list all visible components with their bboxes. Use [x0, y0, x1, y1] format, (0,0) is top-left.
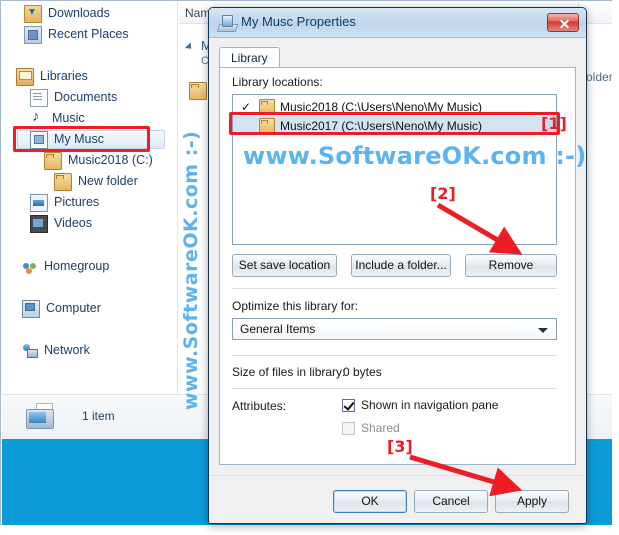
folder-icon [44, 151, 62, 170]
list-item-clipped[interactable]: older [586, 70, 612, 84]
annotation-2: [2] [430, 184, 456, 203]
pictures-library-icon [30, 193, 48, 212]
sidebar-item-computer[interactable]: Computer [22, 299, 101, 318]
sidebar-item-music2018[interactable]: Music2018 (C:) [44, 151, 153, 170]
library-locations-label: Library locations: [232, 75, 323, 89]
recent-places-icon [24, 25, 42, 44]
sidebar-item-label: Music2018 (C:) [68, 153, 153, 167]
sidebar-item-recent-places[interactable]: Recent Places [24, 25, 129, 44]
library-properties-icon [216, 15, 239, 32]
list-item[interactable]: Music2017 (C:\Users\Neno\My Music) [233, 116, 556, 135]
documents-library-icon [30, 88, 48, 107]
annotation-1: [1] [541, 114, 567, 133]
sidebar-item-music[interactable]: Music [30, 108, 85, 128]
sidebar-item-label: Recent Places [48, 27, 129, 41]
item-preview-icon [24, 403, 58, 431]
shared-label: Shared [361, 421, 400, 435]
sidebar-item-label: Network [44, 343, 90, 357]
divider [232, 388, 557, 389]
sidebar-item-documents[interactable]: Documents [30, 88, 117, 107]
sidebar-item-label: Libraries [40, 69, 88, 83]
optimize-select[interactable]: General Items [232, 318, 557, 340]
dialog-titlebar[interactable]: My Musc Properties [209, 8, 586, 38]
watermark-horizontal: www.SoftwareOK.com :-) [243, 142, 587, 170]
column-header-name: Nam [185, 6, 211, 20]
libraries-icon [16, 67, 34, 86]
list-item-label: older [586, 70, 612, 84]
sidebar-item-label: Homegroup [44, 259, 110, 273]
optimize-selected-value: General Items [240, 322, 316, 336]
annotation-3: [3] [387, 437, 413, 456]
sidebar-item-network[interactable]: Network [22, 341, 90, 360]
homegroup-icon [22, 259, 38, 275]
watermark-vertical: www.SoftwareOK.com :-) [180, 130, 202, 410]
sidebar-item-pictures[interactable]: Pictures [30, 193, 99, 212]
shown-in-nav-checkbox[interactable] [342, 399, 355, 412]
list-item[interactable]: ✓ Music2018 (C:\Users\Neno\My Music) [233, 97, 556, 116]
cancel-button[interactable]: Cancel [414, 490, 488, 513]
sidebar-item-label: Pictures [54, 195, 100, 209]
size-label: Size of files in library: [232, 365, 346, 379]
my-musc-library-icon [30, 130, 48, 149]
sidebar-item-my-musc[interactable]: My Musc [30, 130, 104, 149]
folder-icon [259, 99, 275, 114]
network-icon [22, 343, 38, 359]
sidebar-item-label: Documents [54, 90, 118, 104]
music-library-icon [30, 108, 46, 127]
divider [232, 288, 557, 289]
tabstrip: Library [219, 47, 577, 69]
include-a-folder-button[interactable]: Include a folder... [351, 254, 451, 277]
dialog-footer: OK Cancel Apply [209, 475, 586, 523]
sidebar-item-label: Downloads [48, 6, 110, 20]
check-glyph: ✓ [240, 99, 252, 114]
folder-icon [189, 82, 207, 100]
sidebar-item-videos[interactable]: Videos [30, 214, 92, 233]
sidebar-item-label: Computer [46, 301, 101, 315]
shared-checkbox [342, 422, 355, 435]
attributes-label: Attributes: [232, 399, 287, 413]
sidebar-item-label: Music [52, 111, 85, 125]
folder-icon [54, 172, 72, 191]
sidebar-item-homegroup[interactable]: Homegroup [22, 257, 109, 276]
optimize-label: Optimize this library for: [232, 299, 359, 313]
divider [232, 355, 557, 356]
navigation-pane[interactable]: Downloads Recent Places Libraries Docume… [2, 2, 178, 394]
remove-button[interactable]: Remove [465, 254, 557, 277]
chevron-down-icon [538, 328, 548, 333]
downloads-icon [24, 4, 42, 23]
tab-page-library: Library locations: ✓ Music2018 (C:\Users… [219, 67, 576, 508]
set-save-location-button[interactable]: Set save location [232, 254, 337, 277]
sidebar-item-libraries[interactable]: Libraries [16, 67, 88, 86]
computer-icon [22, 299, 40, 318]
sidebar-item-new-folder[interactable]: New folder [54, 172, 138, 191]
ok-button[interactable]: OK [333, 490, 407, 513]
location-name: Music2017 (C:\Users\Neno\My Music) [280, 118, 483, 133]
sidebar-item-label: My Musc [54, 132, 104, 146]
sidebar-item-label: New folder [78, 174, 138, 188]
close-icon[interactable] [547, 13, 579, 32]
videos-library-icon [30, 214, 48, 233]
sidebar-item-downloads[interactable]: Downloads [24, 4, 110, 23]
screen-root: Downloads Recent Places Libraries Docume… [0, 0, 619, 535]
apply-button[interactable]: Apply [495, 490, 569, 513]
folder-icon [259, 118, 275, 133]
shown-in-nav-label: Shown in navigation pane [361, 398, 499, 412]
sidebar-item-label: Videos [54, 216, 92, 230]
status-item-count: 1 item [82, 409, 115, 423]
dialog-title: My Musc Properties [241, 14, 356, 29]
group-expander-icon[interactable] [184, 42, 195, 52]
tab-library[interactable]: Library [219, 47, 280, 69]
size-value: 0 bytes [343, 365, 382, 379]
location-name: Music2018 (C:\Users\Neno\My Music) [280, 99, 483, 114]
